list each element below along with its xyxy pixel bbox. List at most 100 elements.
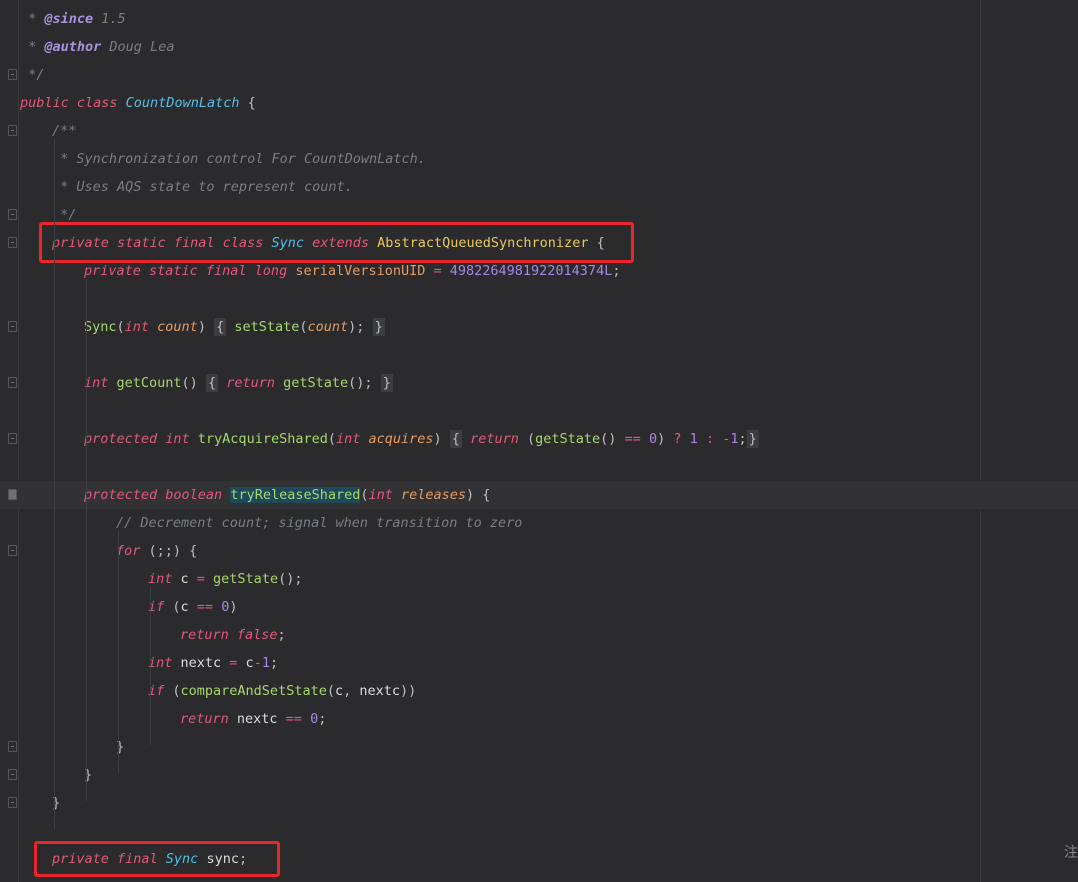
code-token: * Synchronization control For CountDownL… [52,151,426,167]
code-line[interactable]: * @author Doug Lea [0,33,1078,61]
code-token: () [181,375,206,391]
indent-guide [86,279,87,801]
code-line[interactable]: if (c == 0) [0,593,1078,621]
code-token: nextc [359,683,401,699]
code-token: c [245,655,254,671]
code-line[interactable]: int c = getState(); [0,565,1078,593]
fold-toggle-icon[interactable] [8,377,17,388]
edge-text: 注 [1064,845,1078,861]
line-code: protected int tryAcquireShared(int acqui… [84,425,759,453]
code-line[interactable]: /** [0,117,1078,145]
line-code: return false; [180,621,286,649]
code-token: ( [299,319,308,335]
code-line[interactable] [0,397,1078,425]
code-line[interactable]: } [0,733,1078,761]
code-line[interactable]: } [0,789,1078,817]
code-token: ( [326,683,335,699]
code-token: ( [526,431,536,447]
code-token: } [746,430,759,448]
code-token: 1 [689,431,698,447]
code-line[interactable]: Sync(int count) { setState(count); } [0,313,1078,341]
fold-toggle-icon[interactable] [8,237,17,248]
code-editor[interactable]: * @since 1.5 * @author Doug Lea */ public… [0,0,1078,882]
code-token: count [157,319,198,335]
fold-toggle-icon[interactable] [8,321,17,332]
code-token: count [307,319,349,335]
line-code: * @since 1.5 [20,5,126,33]
code-token: { [449,430,462,448]
code-token: )) [400,683,417,699]
line-code: return nextc == 0; [180,705,326,733]
code-token: int [148,655,181,671]
code-token: getState [213,571,279,587]
code-token: Doug Lea [101,39,175,55]
code-token: int [368,487,402,503]
code-token: = [188,571,214,587]
fold-toggle-icon[interactable] [8,545,17,556]
code-line[interactable]: * @since 1.5 [0,5,1078,33]
code-token: (); [278,571,303,587]
code-token: } [380,374,393,392]
code-token: 4982264981922014374L [449,263,613,279]
code-line[interactable]: return false; [0,621,1078,649]
code-token: ( [172,599,181,615]
code-line[interactable]: // Decrement count; signal when transiti… [0,509,1078,537]
code-token: ) { [466,487,491,503]
code-line[interactable] [0,453,1078,481]
code-token: ; [738,431,747,447]
breakpoint-fold-icon[interactable] [8,489,17,500]
fold-toggle-icon[interactable] [8,797,17,808]
code-token: () [600,431,625,447]
code-token: ) [657,431,674,447]
code-token: c [180,571,189,587]
code-token: getState [535,431,601,447]
code-token: c [334,683,344,699]
fold-toggle-icon[interactable] [8,433,17,444]
code-token: protected int [84,431,198,447]
fold-toggle-icon[interactable] [8,125,17,136]
line-code: /** [52,117,76,145]
indent-guide [118,531,119,773]
code-line[interactable] [0,285,1078,313]
code-token: getState [283,375,349,391]
fold-toggle-icon[interactable] [8,769,17,780]
code-line[interactable]: * Uses AQS state to represent count. [0,173,1078,201]
code-line[interactable]: int nextc = c-1; [0,649,1078,677]
code-token: ) [197,319,215,335]
code-line[interactable]: for (;;) { [0,537,1078,565]
code-token: { [239,95,256,111]
code-token: if [148,683,173,699]
code-line[interactable]: int getCount() { return getState(); } [0,369,1078,397]
code-token: - [253,655,262,671]
code-token: ( [172,683,181,699]
code-line[interactable]: } [0,761,1078,789]
code-token: */ [20,67,45,83]
code-line[interactable]: public class CountDownLatch { [0,89,1078,117]
code-token: public class [20,95,126,111]
fold-toggle-icon[interactable] [8,209,17,220]
code-line[interactable] [0,341,1078,369]
code-token: * [20,39,45,55]
code-line[interactable]: */ [0,61,1078,89]
code-token: ) [229,599,238,615]
code-line[interactable]: protected boolean tryReleaseShared(int r… [0,481,1078,509]
code-line[interactable]: if (compareAndSetState(c, nextc)) [0,677,1078,705]
code-token: nextc [180,655,222,671]
fold-toggle-icon[interactable] [8,69,17,80]
code-line[interactable]: return nextc == 0; [0,705,1078,733]
code-token: c [180,599,189,615]
code-line[interactable]: * Synchronization control For CountDownL… [0,145,1078,173]
code-token: (;;) { [148,543,198,559]
code-token: serialVersionUID [295,263,426,279]
code-token: getCount [116,375,182,391]
fold-toggle-icon[interactable] [8,741,17,752]
code-line[interactable]: protected int tryAcquireShared(int acqui… [0,425,1078,453]
